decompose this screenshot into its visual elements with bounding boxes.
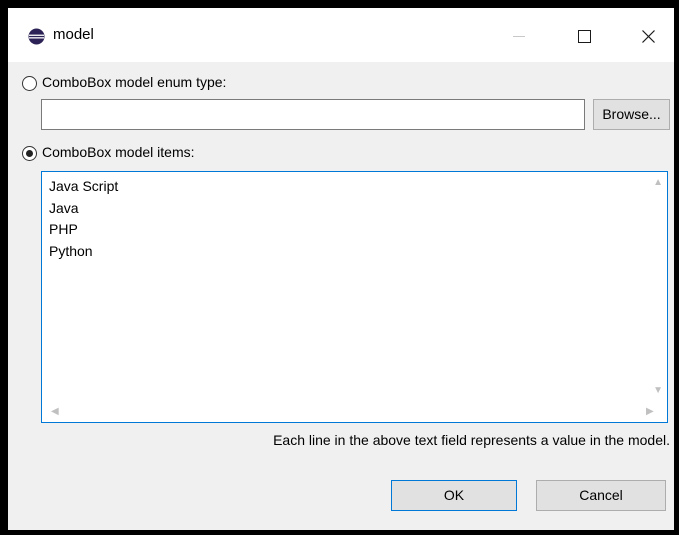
model-items-radio[interactable] bbox=[22, 146, 37, 161]
close-button[interactable] bbox=[626, 18, 672, 54]
maximize-button[interactable] bbox=[563, 18, 609, 54]
horizontal-scrollbar[interactable]: ◀ ▶ bbox=[42, 405, 667, 422]
scroll-up-icon[interactable]: ▲ bbox=[653, 178, 663, 188]
model-items-lines: Java Script Java PHP Python bbox=[49, 176, 118, 262]
minimize-button[interactable] bbox=[496, 18, 542, 54]
browse-button[interactable]: Browse... bbox=[593, 99, 670, 130]
model-item-line: Java bbox=[49, 199, 79, 216]
enum-type-input[interactable] bbox=[41, 99, 585, 130]
scroll-left-icon[interactable]: ◀ bbox=[51, 407, 59, 417]
model-item-line: Python bbox=[49, 242, 93, 259]
cancel-button[interactable]: Cancel bbox=[536, 480, 666, 511]
enum-type-label[interactable]: ComboBox model enum type: bbox=[42, 74, 226, 90]
enum-type-radio[interactable] bbox=[22, 76, 37, 91]
dialog-window: model ComboBox model enum type: Browse..… bbox=[8, 8, 674, 530]
vertical-scrollbar[interactable]: ▲ ▼ bbox=[650, 172, 667, 405]
scroll-down-icon[interactable]: ▼ bbox=[653, 386, 663, 396]
model-items-textarea[interactable]: Java Script Java PHP Python ▲ ▼ ◀ ▶ bbox=[41, 171, 668, 423]
model-item-line: Java Script bbox=[49, 178, 119, 194]
model-items-label[interactable]: ComboBox model items: bbox=[42, 144, 195, 160]
model-item-line: PHP bbox=[49, 221, 78, 237]
hint-text: Each line in the above text field repres… bbox=[273, 432, 670, 448]
close-icon bbox=[642, 30, 655, 43]
scroll-right-icon[interactable]: ▶ bbox=[646, 407, 654, 417]
ok-button[interactable]: OK bbox=[391, 480, 517, 511]
title-bar[interactable]: model bbox=[8, 8, 674, 62]
eclipse-app-icon bbox=[28, 28, 45, 45]
window-title: model bbox=[53, 26, 94, 43]
